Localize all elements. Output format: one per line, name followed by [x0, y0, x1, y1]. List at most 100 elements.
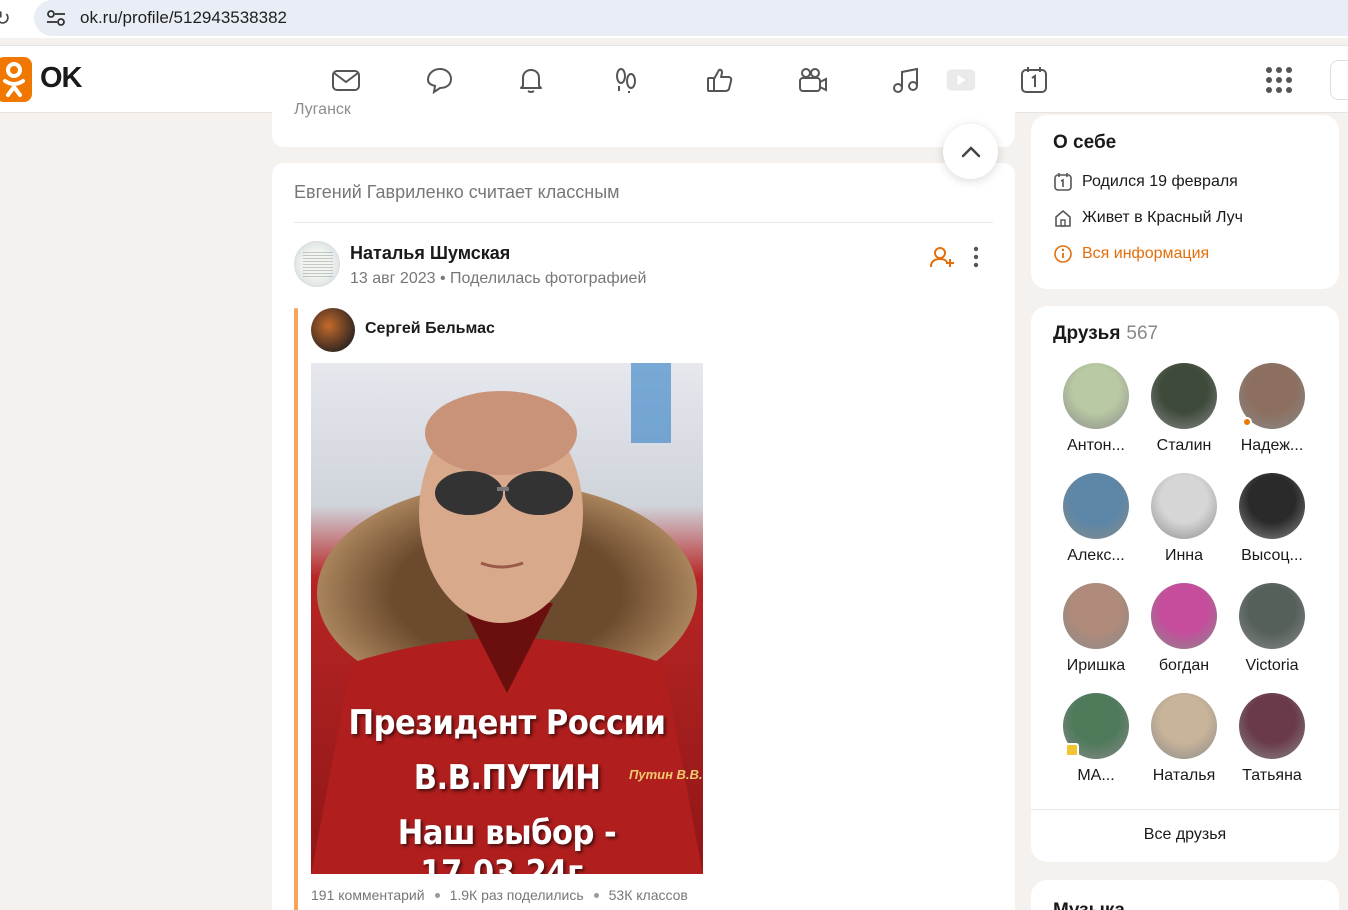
music-card: Музыка [1031, 880, 1339, 910]
comments-count[interactable]: 191 комментарий [311, 887, 425, 903]
friend-name[interactable]: Высоц... [1232, 547, 1312, 565]
post-context-header[interactable]: Евгений Гавриленко считает классным [294, 182, 620, 203]
previous-post-text: Луганск [294, 101, 351, 118]
friend-name[interactable]: богдан [1144, 657, 1224, 675]
url-field[interactable]: ok.ru/profile/512943538382 [34, 0, 1348, 36]
friend-item[interactable]: Надеж... [1232, 363, 1312, 455]
envelope-icon[interactable] [330, 64, 362, 96]
info-icon [1054, 245, 1072, 263]
friend-avatar[interactable] [1151, 583, 1217, 649]
photo-signature: Путин В.В. [629, 767, 703, 782]
online-status-icon [1242, 417, 1252, 427]
stats-separator [434, 892, 440, 898]
friend-avatar[interactable] [1151, 363, 1217, 429]
guests-footprints-icon[interactable] [610, 64, 642, 96]
friend-avatar[interactable] [1063, 363, 1129, 429]
friend-item[interactable]: Алекс... [1056, 473, 1136, 565]
friend-avatar[interactable] [1239, 583, 1305, 649]
meta-separator: • [439, 270, 451, 287]
friends-title: Друзья [1053, 323, 1121, 344]
calendar-icon[interactable] [1018, 64, 1050, 96]
chevron-up-icon [961, 146, 981, 158]
friend-name[interactable]: Наталья [1144, 767, 1224, 785]
friends-header[interactable]: Друзья 567 [1053, 323, 1158, 345]
post-action: Поделилась фотографией [450, 270, 647, 287]
location-text[interactable]: Живет в Красный Луч [1082, 209, 1243, 227]
gift-badge-icon [1065, 743, 1079, 757]
author-name[interactable]: Наталья Шумская [350, 243, 510, 264]
friend-avatar[interactable] [1063, 473, 1129, 539]
friend-name[interactable]: МА... [1056, 767, 1136, 785]
music-title[interactable]: Музыка [1053, 900, 1125, 910]
calendar-icon [1054, 173, 1072, 191]
stats-separator [593, 892, 599, 898]
add-friend-icon[interactable] [930, 245, 956, 269]
friend-item[interactable]: Татьяна [1232, 693, 1312, 785]
post-meta: 13 авг 2023 • Поделилась фотографией [350, 270, 646, 288]
friend-avatar[interactable] [1151, 693, 1217, 759]
chat-bubbles-icon[interactable] [423, 64, 455, 96]
friend-name[interactable]: Victoria [1232, 657, 1312, 675]
url-text[interactable]: ok.ru/profile/512943538382 [80, 8, 287, 28]
bell-icon[interactable] [515, 64, 547, 96]
friend-name[interactable]: Иришка [1056, 657, 1136, 675]
user-menu-button[interactable] [1330, 60, 1348, 100]
friend-avatar[interactable] [1239, 363, 1305, 429]
browser-address-bar: ↻ ok.ru/profile/512943538382 [0, 0, 1348, 38]
post-photo[interactable]: Президент России В.В.ПУТИН Наш выбор - 1… [311, 363, 703, 874]
friend-name[interactable]: Татьяна [1232, 767, 1312, 785]
repost-author-avatar[interactable] [311, 308, 355, 352]
about-title: О себе [1053, 132, 1117, 153]
friends-card: Друзья 567 Антон... Сталин Надеж... Алекс...… [1031, 306, 1339, 862]
friend-item[interactable]: Наталья [1144, 693, 1224, 785]
friends-divider [1031, 809, 1339, 810]
post-divider [294, 222, 993, 223]
feed-post-card: Евгений Гавриленко считает классным Ната… [272, 163, 1015, 910]
friend-avatar[interactable] [1063, 693, 1129, 759]
repost-author-name[interactable]: Сергей Бельмас [365, 320, 495, 338]
likes-count[interactable]: 53К классов [609, 887, 688, 903]
friend-avatar[interactable] [1239, 473, 1305, 539]
video-camera-icon[interactable] [797, 64, 829, 96]
ok-logo-icon[interactable] [0, 57, 32, 102]
site-info-icon[interactable] [46, 9, 66, 27]
post-stats: 191 комментарий 1.9К раз поделились 53К кл… [311, 887, 688, 903]
friend-item[interactable]: Высоц... [1232, 473, 1312, 565]
apps-grid-icon[interactable] [1263, 64, 1295, 96]
friend-avatar[interactable] [1063, 583, 1129, 649]
friend-name[interactable]: Антон... [1056, 437, 1136, 455]
about-card: О себе Родился 19 февраля Живет в Красны… [1031, 115, 1339, 289]
birthday-text: Родился 19 февраля [1082, 173, 1238, 190]
friend-item[interactable]: Инна [1144, 473, 1224, 565]
friend-name[interactable]: Алекс... [1056, 547, 1136, 565]
friend-item[interactable]: МА... [1056, 693, 1136, 785]
photo-caption-line: Президент России [348, 703, 666, 743]
all-friends-link[interactable]: Все друзья [1031, 826, 1339, 844]
scroll-to-top-button[interactable] [943, 124, 998, 179]
repost-accent-bar [294, 308, 298, 910]
friend-item[interactable]: Victoria [1232, 583, 1312, 675]
friend-item[interactable]: Сталин [1144, 363, 1224, 455]
video-play-icon[interactable] [945, 64, 981, 96]
ok-logo-text[interactable]: OK [40, 62, 82, 95]
more-options-icon[interactable] [968, 245, 984, 269]
photo-caption-line: Наш выбор - 17.03.24г. [397, 813, 617, 874]
friends-count: 567 [1126, 323, 1159, 344]
friend-avatar[interactable] [1239, 693, 1305, 759]
friend-item[interactable]: Антон... [1056, 363, 1136, 455]
friend-name[interactable]: Сталин [1144, 437, 1224, 455]
home-icon [1055, 210, 1071, 227]
previous-post-card: Луганск [272, 100, 1015, 147]
friend-avatar[interactable] [1151, 473, 1217, 539]
friend-name[interactable]: Надеж... [1232, 437, 1312, 455]
reload-icon[interactable]: ↻ [0, 6, 11, 31]
thumbs-up-icon[interactable] [704, 64, 736, 96]
post-date[interactable]: 13 авг 2023 [350, 270, 436, 287]
friend-name[interactable]: Инна [1144, 547, 1224, 565]
all-info-link[interactable]: Вся информация [1082, 245, 1209, 263]
music-note-icon[interactable] [890, 64, 922, 96]
shares-count[interactable]: 1.9К раз поделились [450, 887, 584, 903]
friend-item[interactable]: богдан [1144, 583, 1224, 675]
author-avatar[interactable] [294, 241, 340, 287]
friend-item[interactable]: Иришка [1056, 583, 1136, 675]
